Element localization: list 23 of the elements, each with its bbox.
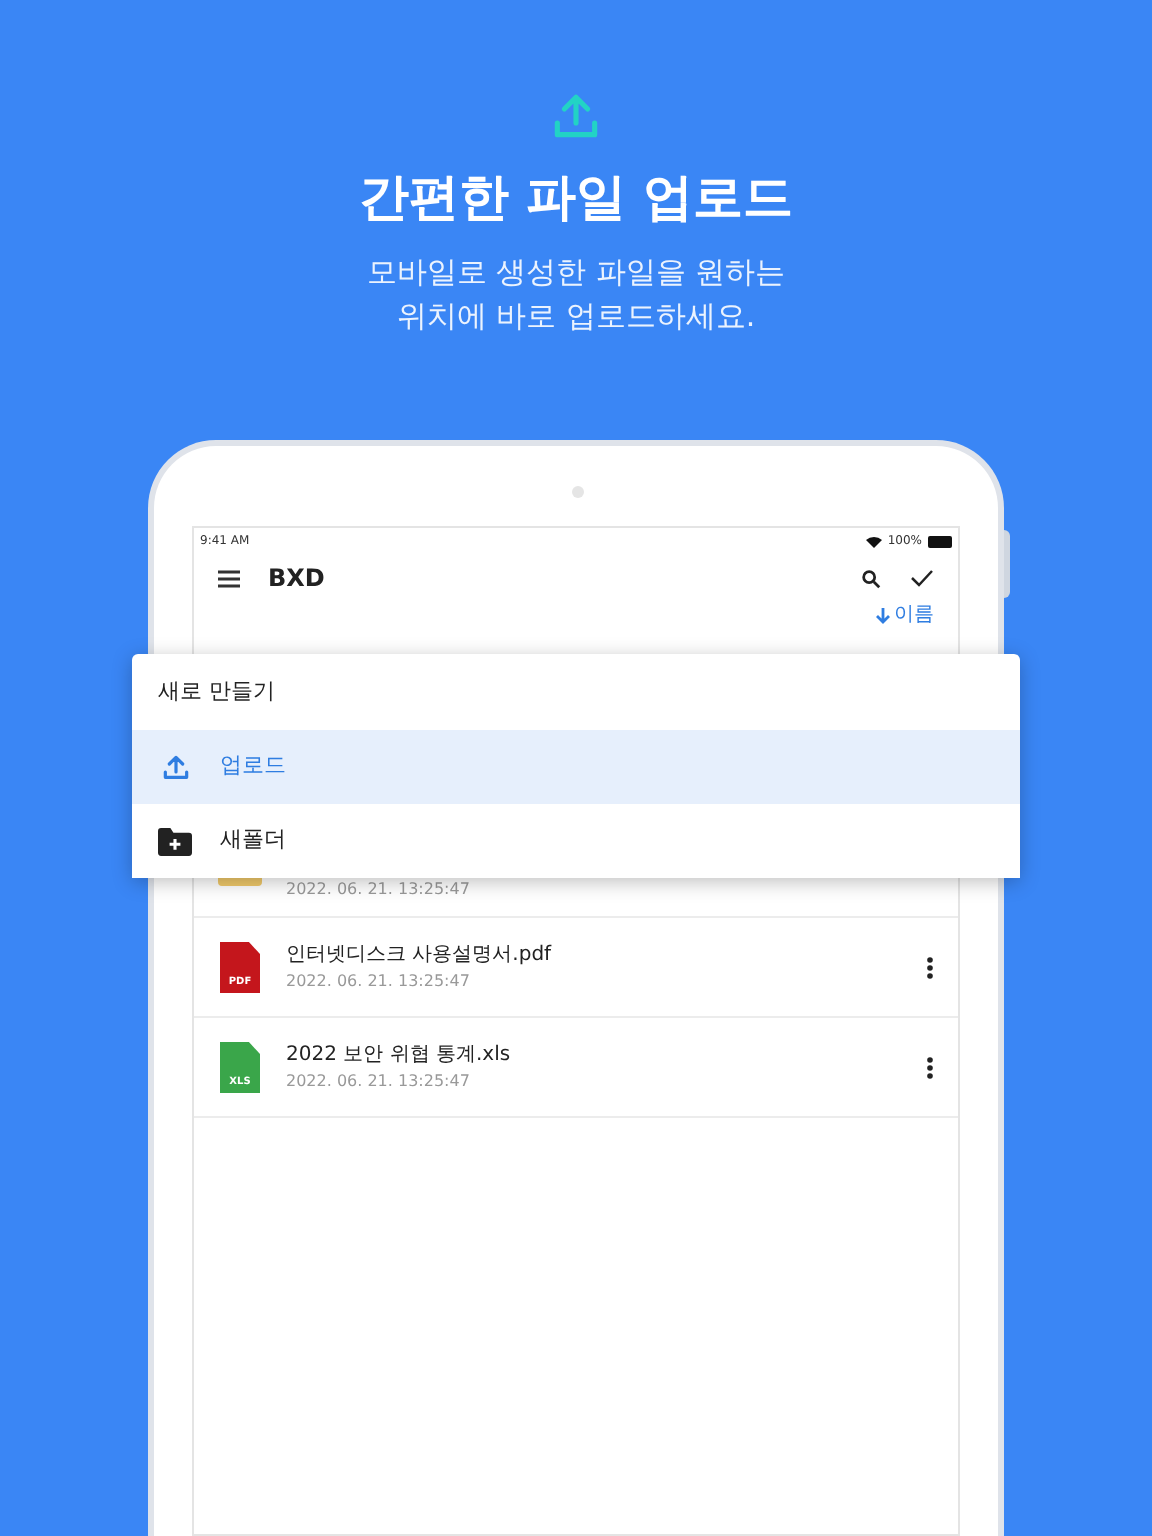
more-icon[interactable] (926, 1055, 934, 1079)
file-date: 2022. 06. 21. 13:25:47 (286, 1072, 472, 1092)
hero-title: 간편한 파일 업로드 (358, 172, 794, 222)
more-icon[interactable] (926, 955, 934, 979)
hero-subtitle: 모바일로 생성한 파일을 원하는 (366, 254, 786, 290)
check-icon[interactable] (910, 568, 934, 588)
app-title: BXD (268, 562, 325, 596)
hero-subtitle: 위치에 바로 업로드하세요. (396, 298, 756, 334)
wifi-icon (865, 535, 882, 547)
upload-icon (159, 751, 191, 783)
down-arrow-icon (876, 608, 890, 624)
menu-title: 새로 만들기 (156, 675, 277, 708)
file-name: 인터넷디스크 사용설명서.pdf (286, 942, 554, 968)
file-date: 2022. 06. 21. 13:25:47 (286, 879, 472, 899)
menu-icon[interactable] (218, 569, 240, 587)
file-date: 2022. 06. 21. 13:25:47 (286, 972, 472, 992)
file-name: 2022 보안 위협 통계.xls (286, 1042, 513, 1068)
menu-item[interactable]: 새폴더 (132, 804, 1020, 878)
menu-item[interactable]: 업로드 (132, 730, 1020, 804)
sort-button[interactable]: 이름 (876, 606, 934, 626)
folder-add-icon (158, 827, 192, 855)
search-icon[interactable] (860, 567, 882, 589)
battery-icon (928, 535, 952, 547)
